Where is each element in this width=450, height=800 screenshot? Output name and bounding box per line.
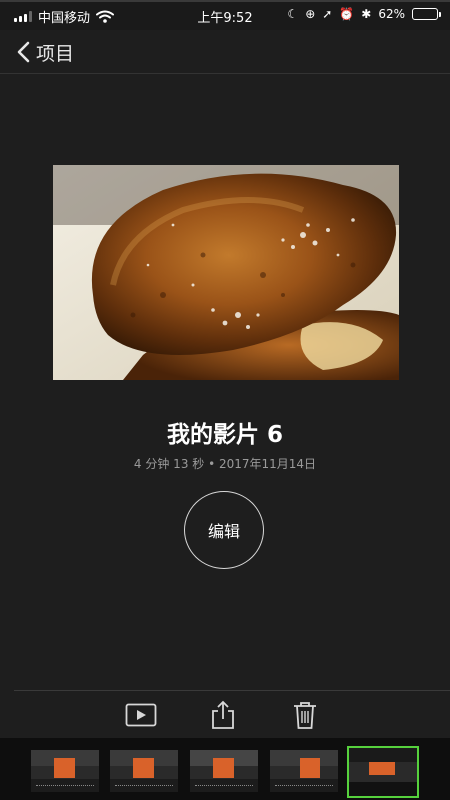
location-icon: ➚	[322, 7, 333, 21]
status-bar: 中国移动 上午9:52 ☾ ⊕ ➚ ⏰ ✱ 62%	[0, 0, 450, 30]
alarm-icon: ⏰	[339, 7, 355, 21]
filmstrip-item[interactable]	[270, 750, 338, 792]
filmstrip-item[interactable]	[190, 750, 258, 792]
battery-percent: 62%	[378, 7, 405, 21]
moon-icon: ☾	[287, 7, 299, 21]
movie-title: 我的影片 6	[166, 422, 283, 448]
filmstrip-item[interactable]	[31, 750, 99, 792]
status-bar-topline	[0, 0, 450, 2]
thumbnail-image	[53, 165, 399, 380]
play-icon	[125, 703, 157, 727]
bluetooth-icon: ✱	[361, 7, 372, 21]
status-right: ☾ ⊕ ➚ ⏰ ✱ 62%	[287, 7, 441, 21]
chevron-left-icon	[17, 41, 30, 63]
movie-meta: 4 分钟 13 秒 • 2017年11月14日	[133, 457, 317, 471]
trash-icon	[294, 702, 316, 729]
delete-button[interactable]	[288, 699, 322, 731]
play-button[interactable]	[124, 699, 158, 731]
movie-thumbnail	[53, 165, 399, 380]
navigation-bar: 项目	[0, 30, 450, 74]
battery-icon	[412, 8, 441, 20]
filmstrip-item-selected[interactable]	[347, 746, 419, 798]
back-button[interactable]: 项目	[16, 36, 74, 68]
share-icon	[212, 700, 234, 729]
orientation-lock-icon: ⊕	[305, 7, 316, 21]
bottom-toolbar	[14, 690, 450, 738]
edit-button[interactable]: 编辑	[184, 491, 264, 569]
filmstrip	[0, 738, 450, 800]
filmstrip-item[interactable]	[110, 750, 178, 792]
edit-label: 编辑	[207, 522, 240, 541]
share-button[interactable]	[206, 699, 240, 731]
back-label: 项目	[36, 42, 75, 65]
